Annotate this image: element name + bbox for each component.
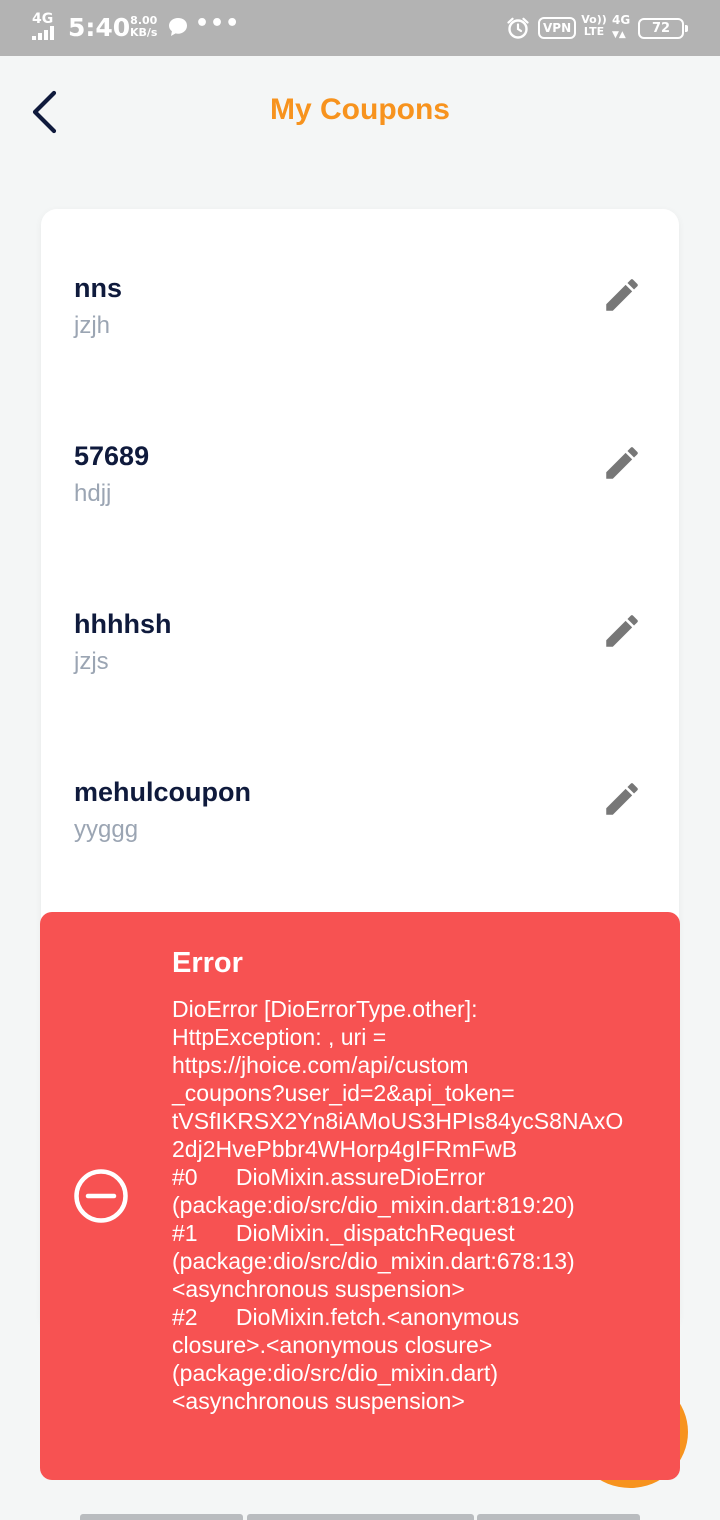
coupon-name: 57689: [74, 441, 150, 471]
coupon-description: jzjs: [74, 648, 109, 675]
edit-icon[interactable]: [601, 274, 643, 316]
battery-icon: 72: [638, 18, 688, 39]
chat-bubble-icon: [169, 18, 187, 36]
coupon-name: nns: [74, 273, 123, 303]
network-type: 4G: [32, 11, 54, 27]
clock: 5:40: [68, 13, 131, 42]
alarm-icon: [507, 17, 529, 39]
coupon-item[interactable]: mehulcoupon yyggg: [41, 774, 679, 894]
coupon-name: mehulcoupon: [74, 777, 251, 807]
speed-unit: KB/s: [130, 26, 158, 39]
coupon-item[interactable]: hhhhsh jzjs: [41, 606, 679, 726]
edit-icon[interactable]: [601, 442, 643, 484]
error-title: Error: [172, 947, 243, 979]
error-message: DioError [DioErrorType.other]: HttpExcep…: [172, 996, 624, 1414]
bottom-tab[interactable]: [477, 1514, 640, 1520]
coupon-description: hdjj: [74, 480, 112, 507]
network-type-right: 4G ▼▲: [612, 14, 630, 42]
coupon-description: jzjh: [74, 312, 111, 339]
coupon-item[interactable]: 57689 hdjj: [41, 438, 679, 558]
status-bar: 4G 5:40 8.00 KB/s ••• VPN Vo)) LTE 4G ▼▲…: [0, 0, 720, 56]
data-arrows-icon: ▼▲: [612, 30, 626, 40]
bottom-tab[interactable]: [247, 1514, 474, 1520]
network-speed: 8.00 KB/s: [130, 15, 157, 39]
battery-level: 72: [651, 21, 671, 36]
edit-icon[interactable]: [601, 778, 643, 820]
bottom-tab[interactable]: [80, 1514, 243, 1520]
volte-bottom: LTE: [583, 25, 605, 38]
signal-icon: [32, 26, 60, 40]
coupon-name: hhhhsh: [74, 609, 172, 639]
page-title: My Coupons: [270, 93, 450, 126]
coupon-item[interactable]: nns jzjh: [41, 270, 679, 390]
network-right-label: 4G: [612, 13, 631, 27]
vpn-badge: VPN: [538, 17, 577, 39]
volte-indicator: Vo)) LTE: [580, 14, 608, 38]
more-notifications-icon: •••: [195, 11, 241, 36]
edit-icon[interactable]: [601, 610, 643, 652]
error-toast[interactable]: Error DioError [DioErrorType.other]: Htt…: [40, 912, 680, 1480]
minus-circle-icon: [74, 1169, 128, 1223]
coupon-description: yyggg: [74, 816, 139, 843]
